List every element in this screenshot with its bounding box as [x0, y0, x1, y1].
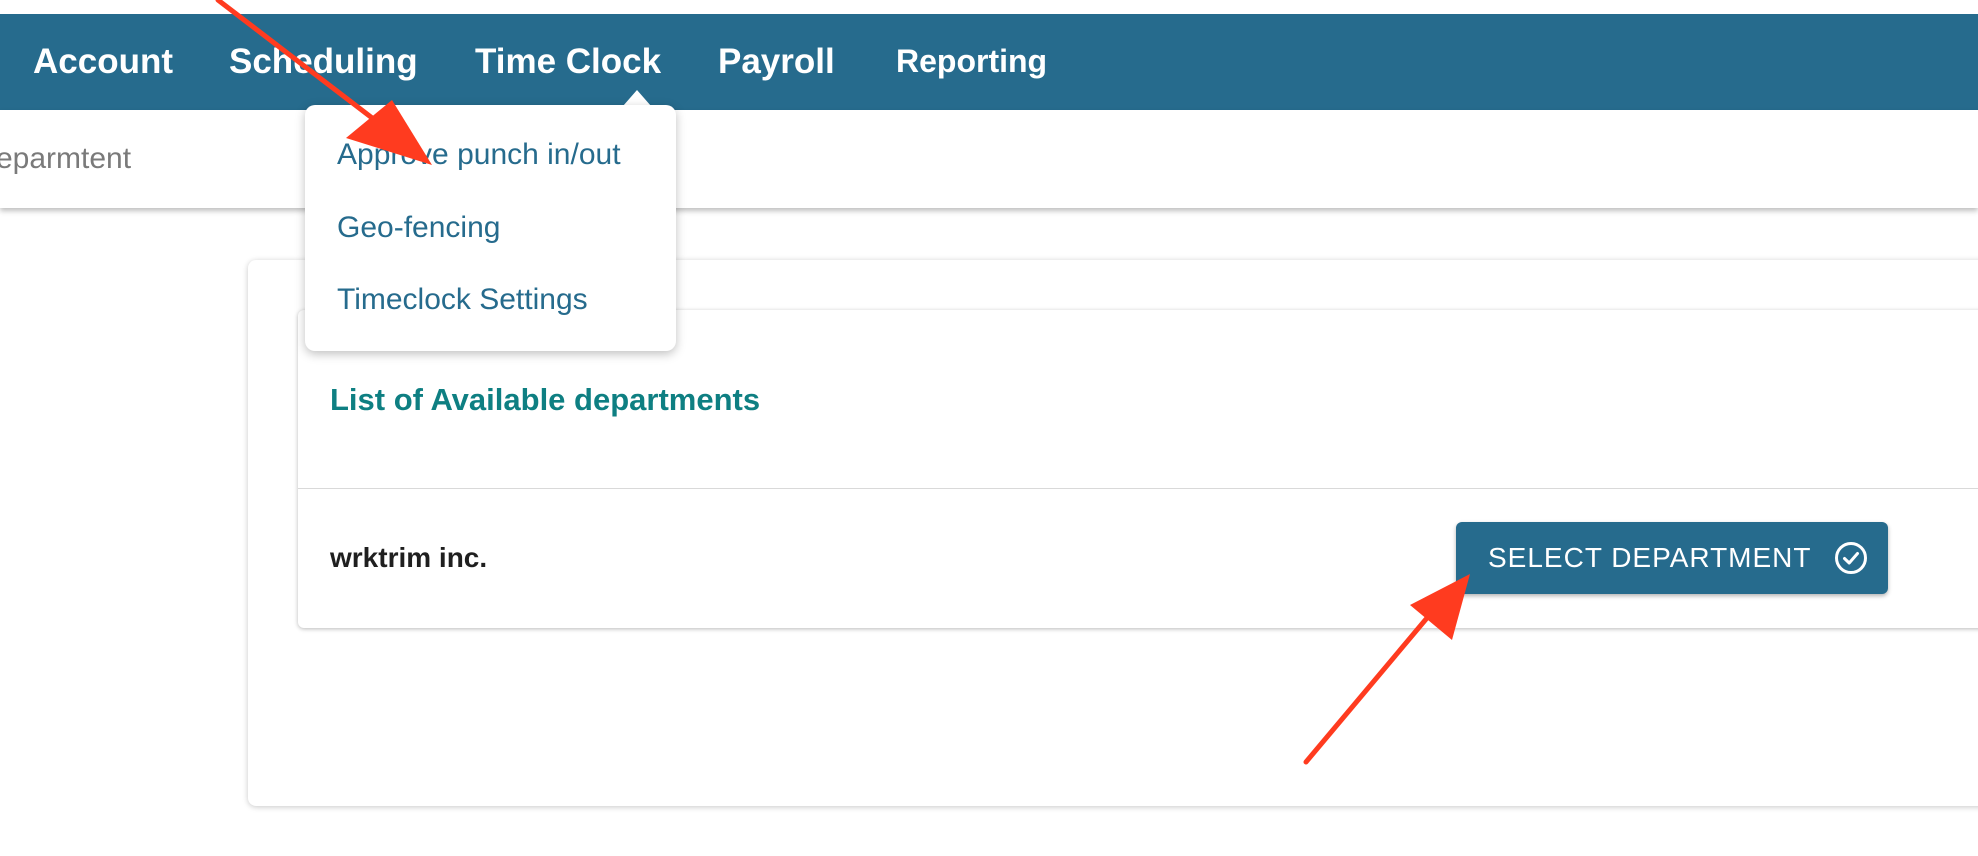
- time-clock-dropdown: Approve punch in/out Geo-fencing Timeclo…: [305, 105, 676, 351]
- menu-item-approve-punch[interactable]: Approve punch in/out: [337, 125, 621, 185]
- dropdown-caret: [623, 90, 651, 106]
- nav-item-account[interactable]: Account: [33, 14, 173, 110]
- top-navbar: Account Scheduling Time Clock Payroll Re…: [0, 14, 1978, 110]
- menu-item-geo-fencing[interactable]: Geo-fencing: [337, 198, 500, 258]
- nav-item-payroll[interactable]: Payroll: [718, 14, 835, 110]
- page: Account Scheduling Time Clock Payroll Re…: [0, 0, 1978, 856]
- select-department-label: SELECT DEPARTMENT: [1488, 542, 1812, 573]
- nav-item-reporting[interactable]: Reporting: [896, 14, 1047, 110]
- card-divider: [298, 488, 1978, 489]
- menu-item-timeclock-settings[interactable]: Timeclock Settings: [337, 270, 588, 330]
- check-circle-icon: [1834, 541, 1868, 575]
- department-name: wrktrim inc.: [330, 542, 488, 573]
- nav-item-scheduling[interactable]: Scheduling: [229, 14, 418, 110]
- select-department-button[interactable]: SELECT DEPARTMENT: [1456, 522, 1888, 594]
- sub-header: eparmtent: [0, 110, 1978, 208]
- departments-card: List of Available departments wrktrim in…: [298, 310, 1978, 628]
- breadcrumb: eparmtent: [0, 142, 132, 175]
